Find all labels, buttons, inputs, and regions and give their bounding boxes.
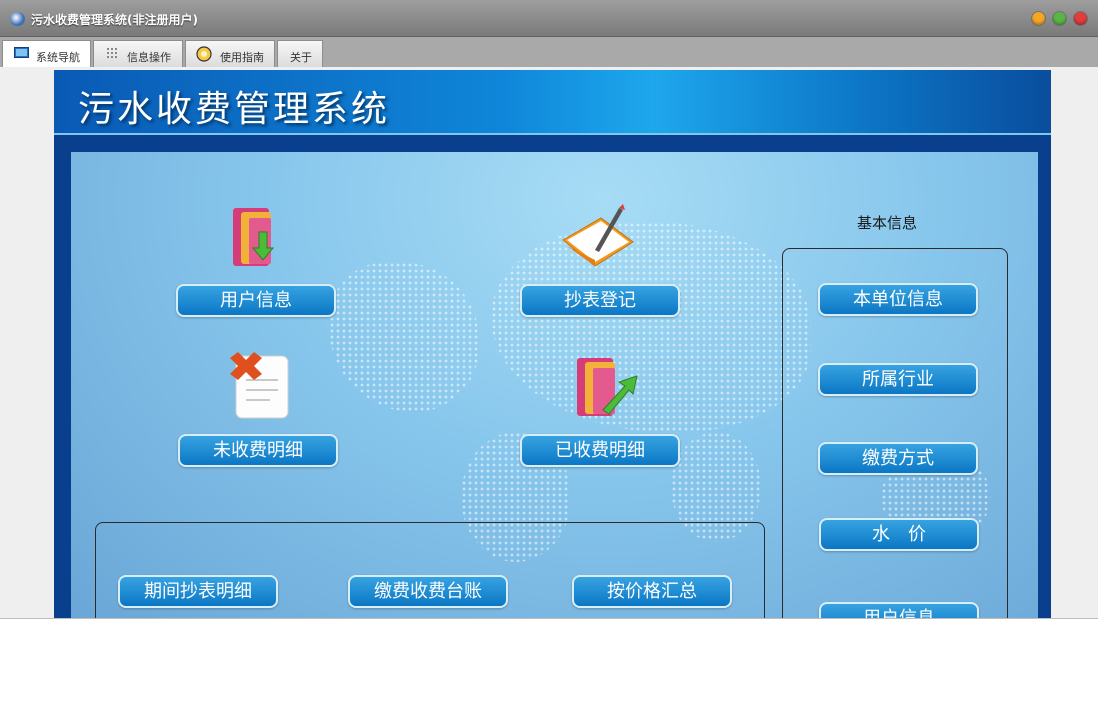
tab-system-navigation[interactable]: 系统导航: [2, 40, 91, 67]
water-price-button[interactable]: 水 价: [819, 518, 979, 551]
price-summary-button[interactable]: 按价格汇总: [572, 575, 732, 608]
tab-label: 系统导航: [36, 51, 80, 64]
tab-label: 关于: [290, 51, 312, 64]
grid-icon: [107, 48, 120, 63]
meter-notebook-icon[interactable]: [557, 202, 637, 276]
basic-info-heading: 基本信息: [857, 214, 918, 232]
tab-about[interactable]: 关于: [277, 40, 323, 67]
tab-label: 使用指南: [220, 51, 264, 64]
payment-method-button[interactable]: 缴费方式: [818, 442, 978, 475]
navigation-content: 污水收费管理系统 用户信息 抄表登记 未收费明细 已收费明细 期间抄表明细 缴费…: [54, 70, 1051, 618]
banner-title: 污水收费管理系统: [78, 89, 391, 130]
world-map-dots: [329, 262, 479, 412]
user-info-button[interactable]: 用户信息: [176, 284, 336, 317]
help-circle-icon: [196, 46, 212, 65]
tab-bar: 系统导航 信息操作 使用指南 关于: [0, 37, 1098, 67]
tab-info-operation[interactable]: 信息操作: [93, 40, 183, 67]
unpaid-detail-button[interactable]: 未收费明细: [178, 434, 338, 467]
paid-detail-button[interactable]: 已收费明细: [520, 434, 680, 467]
title-bar[interactable]: 污水收费管理系统(非注册用户): [0, 0, 1098, 37]
payment-ledger-button[interactable]: 缴费收费台账: [348, 575, 508, 608]
tab-label: 信息操作: [127, 51, 171, 64]
app-window: 污水收费管理系统(非注册用户) 系统导航 信息操作 使用指南 关于 污水收费管理…: [0, 0, 1098, 619]
industry-button[interactable]: 所属行业: [818, 363, 978, 396]
meter-reading-button[interactable]: 抄表登记: [520, 284, 680, 317]
user-folder-icon[interactable]: [229, 202, 285, 276]
navigation-panel: 用户信息 抄表登记 未收费明细 已收费明细 期间抄表明细 缴费收费台账 按价格汇…: [71, 152, 1038, 618]
monitor-icon: [14, 47, 29, 62]
basic-user-info-button[interactable]: 用户信息: [819, 602, 979, 618]
window-title: 污水收费管理系统(非注册用户): [31, 13, 198, 27]
tab-user-guide[interactable]: 使用指南: [185, 40, 275, 67]
unit-info-button[interactable]: 本单位信息: [818, 283, 978, 316]
minimize-icon[interactable]: [1032, 12, 1045, 25]
banner: 污水收费管理系统: [54, 70, 1051, 135]
app-logo-icon: [10, 12, 25, 26]
maximize-icon[interactable]: [1053, 12, 1066, 25]
close-icon[interactable]: [1074, 12, 1087, 25]
period-reading-detail-button[interactable]: 期间抄表明细: [118, 575, 278, 608]
delete-document-icon[interactable]: [226, 350, 296, 424]
world-map-dots: [491, 222, 811, 432]
paid-folder-icon[interactable]: [573, 350, 643, 426]
